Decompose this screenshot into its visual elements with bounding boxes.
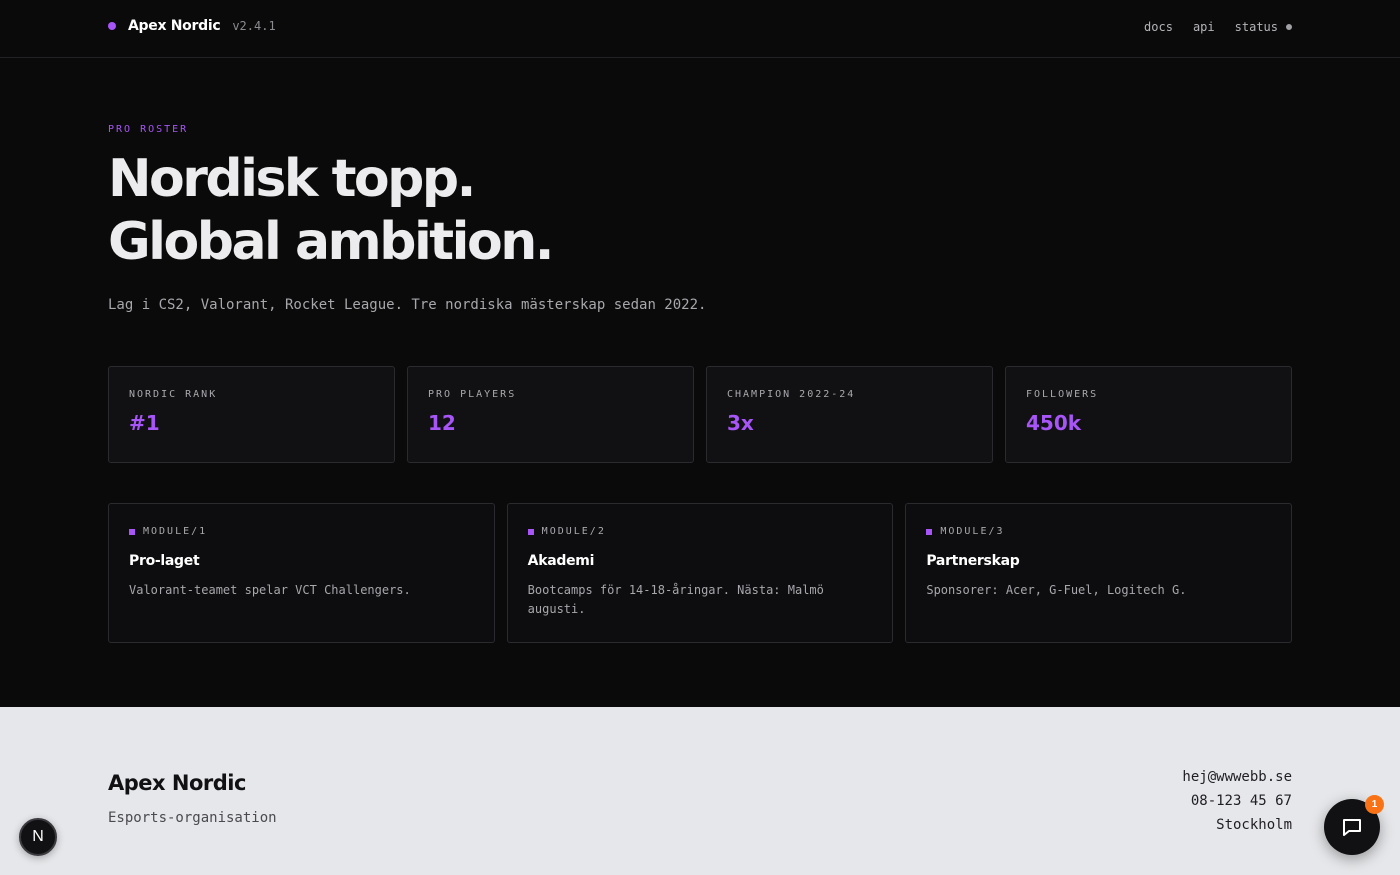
- nav-link-status[interactable]: status: [1235, 20, 1278, 34]
- stat-value: 450k: [1026, 411, 1082, 435]
- footer-tagline: Esports-organisation: [108, 810, 277, 826]
- module-title: Partnerskap: [926, 553, 1020, 569]
- stat-card-pro-players: PRO PLAYERS 12: [407, 366, 694, 463]
- module-tag-label: MODULE/3: [940, 526, 1005, 537]
- chat-unread-badge: 1: [1365, 795, 1384, 814]
- chat-bubble-icon: [1343, 819, 1361, 836]
- top-nav-bar: Apex Nordic v2.4.1 docs api status: [0, 0, 1400, 58]
- hero-headline-line-2: Global ambition.: [108, 212, 554, 272]
- brand-name: Apex Nordic: [128, 18, 221, 34]
- module-title: Akademi: [527, 553, 595, 569]
- stat-label: FOLLOWERS: [1026, 389, 1099, 400]
- stat-value: #1: [129, 411, 160, 435]
- module-tag: MODULE/2: [527, 526, 873, 537]
- hero-headline: Nordisk topp. Global ambition.: [108, 148, 554, 274]
- brand[interactable]: Apex Nordic v2.4.1: [108, 18, 276, 34]
- stat-card-champion: CHAMPION 2022-24 3x: [706, 366, 993, 463]
- module-tag: MODULE/1: [129, 526, 474, 537]
- modules-row: MODULE/1 Pro-laget Valorant-teamet spela…: [108, 503, 1293, 643]
- footer-email-link[interactable]: hej@wwwebb.se: [1182, 765, 1292, 789]
- stat-card-followers: FOLLOWERS 450k: [1005, 366, 1292, 463]
- stat-value: 12: [428, 411, 456, 435]
- hero-headline-line-1: Nordisk topp.: [108, 149, 476, 209]
- stat-label: NORDIC RANK: [129, 389, 218, 400]
- module-tag-label: MODULE/2: [541, 526, 606, 537]
- hero-subline: Lag i CS2, Valorant, Rocket League. Tre …: [108, 297, 707, 313]
- module-card-academy[interactable]: MODULE/2 Akademi Bootcamps för 14-18-åri…: [506, 503, 894, 643]
- n-logo-icon: N: [32, 828, 44, 845]
- footer-phone-link[interactable]: 08-123 45 67: [1182, 789, 1292, 813]
- module-square-icon: [527, 528, 534, 535]
- top-nav: docs api status: [1144, 20, 1292, 34]
- stat-value: 3x: [727, 411, 754, 435]
- module-title: Pro-laget: [129, 553, 200, 569]
- footer-brand-name: Apex Nordic: [108, 771, 246, 795]
- module-card-partnership[interactable]: MODULE/3 Partnerskap Sponsorer: Acer, G-…: [905, 503, 1293, 643]
- nav-status[interactable]: status: [1235, 20, 1292, 34]
- stat-label: CHAMPION 2022-24: [727, 389, 856, 400]
- stats-row: NORDIC RANK #1 PRO PLAYERS 12 CHAMPION 2…: [108, 366, 1292, 463]
- module-desc: Bootcamps för 14-18-åringar. Nästa: Malm…: [527, 583, 824, 616]
- module-desc: Sponsorer: Acer, G-Fuel, Logitech G.: [926, 583, 1187, 597]
- module-square-icon: [926, 528, 933, 535]
- module-tag-label: MODULE/1: [143, 526, 208, 537]
- nav-link-api[interactable]: api: [1193, 20, 1215, 34]
- nav-link-docs[interactable]: docs: [1144, 20, 1173, 34]
- footer-contact: hej@wwwebb.se 08-123 45 67 Stockholm: [1182, 765, 1292, 837]
- footer: Apex Nordic Esports-organisation hej@www…: [0, 707, 1400, 875]
- stat-card-nordic-rank: NORDIC RANK #1: [108, 366, 395, 463]
- module-square-icon: [129, 528, 135, 535]
- module-desc: Valorant-teamet spelar VCT Challengers.: [129, 583, 411, 597]
- hero-eyebrow: PRO ROSTER: [108, 124, 189, 135]
- n-logo-badge-button[interactable]: N: [19, 818, 57, 856]
- module-card-pro-team[interactable]: MODULE/1 Pro-laget Valorant-teamet spela…: [108, 503, 495, 643]
- version-label: v2.4.1: [232, 19, 276, 33]
- module-tag: MODULE/3: [926, 526, 1271, 537]
- stat-label: PRO PLAYERS: [428, 389, 517, 400]
- footer-city: Stockholm: [1216, 817, 1292, 833]
- status-dot-icon: [1286, 24, 1292, 30]
- brand-dot-icon: [108, 22, 116, 30]
